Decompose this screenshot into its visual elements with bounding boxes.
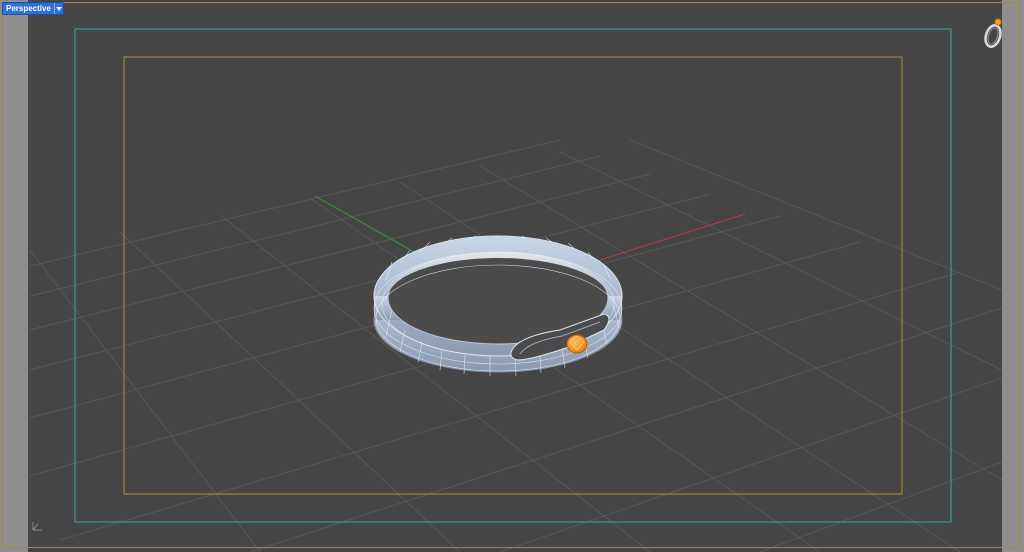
gem-stone[interactable] (566, 334, 588, 354)
ring-thumbnail-icon (984, 18, 1002, 48)
viewport-name[interactable]: Perspective (6, 3, 51, 14)
chevron-down-icon[interactable] (53, 3, 63, 14)
viewport-title-tab[interactable]: Perspective (2, 2, 64, 15)
axis-gizmo-icon (32, 522, 42, 531)
scene-3d[interactable] (0, 0, 1024, 552)
ring-model[interactable] (373, 235, 623, 377)
viewport-perspective[interactable]: Perspective (0, 0, 1024, 552)
